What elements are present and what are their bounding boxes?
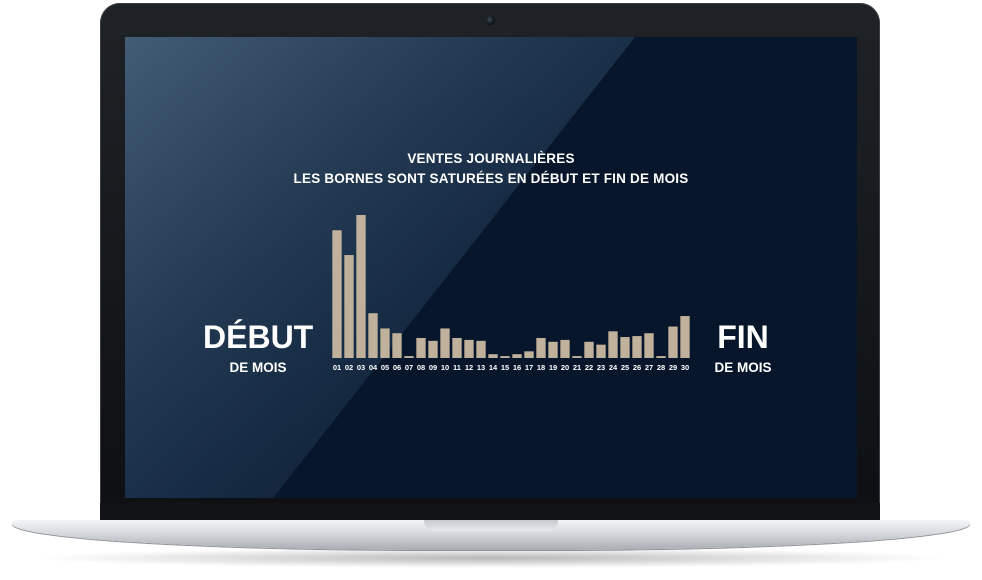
bar-day-21 [572,356,582,358]
bar-day-06 [392,333,402,358]
tick-label-day-02: 02 [345,363,353,372]
bar-day-18 [536,337,546,358]
bar-day-04 [368,313,378,358]
bar-day-10 [440,328,450,358]
tick-label-day-27: 27 [645,363,653,372]
tick-label-day-29: 29 [669,363,677,372]
tick-label-day-12: 12 [465,363,473,372]
tick-label-day-13: 13 [477,363,485,372]
bar-day-09 [428,340,438,358]
tick-label-day-08: 08 [417,363,425,372]
tick-label-day-19: 19 [549,363,557,372]
tick-label-day-05: 05 [381,363,389,372]
tick-label-day-26: 26 [633,363,641,372]
tick-label-day-04: 04 [369,363,378,372]
bar-day-01 [332,230,342,358]
tick-label-day-20: 20 [561,363,569,372]
bar-day-12 [464,339,474,358]
bar-day-15 [500,356,510,358]
bar-day-07 [404,356,414,358]
bar-day-05 [380,328,390,358]
tick-label-day-03: 03 [357,363,365,372]
bar-day-22 [584,341,594,358]
tick-label-day-30: 30 [681,363,689,372]
tick-label-day-22: 22 [585,363,593,372]
bar-day-19 [548,341,558,358]
chart-title-line1: VENTES JOURNALIÈRES [407,151,575,166]
tick-label-day-18: 18 [537,363,545,372]
tick-label-day-25: 25 [621,363,629,372]
tick-label-day-09: 09 [429,363,437,372]
laptop-mockup: VENTES JOURNALIÈRES LES BORNES SONT SATU… [0,0,982,580]
bar-day-24 [608,331,618,358]
tick-label-day-21: 21 [573,363,581,372]
bar-day-29 [668,326,678,358]
bar-day-02 [344,255,354,358]
tick-label-day-28: 28 [657,363,665,372]
label-fin-sub: DE MOIS [714,360,772,375]
chart-title-line2: LES BORNES SONT SATURÉES EN DÉBUT ET FIN… [293,171,689,186]
bar-day-16 [512,354,522,358]
tick-label-day-17: 17 [525,363,533,372]
bar-day-08 [416,337,426,358]
bar-day-25 [620,337,630,358]
bar-day-27 [644,333,654,358]
tick-label-day-11: 11 [453,363,461,372]
label-debut-sub: DE MOIS [229,360,287,375]
bar-day-28 [656,356,666,358]
laptop-opening-notch [424,520,558,531]
laptop-bezel: VENTES JOURNALIÈRES LES BORNES SONT SATU… [100,3,880,520]
bar-day-17 [524,351,534,358]
label-debut: DÉBUT [203,319,314,355]
bar-day-03 [356,215,366,358]
bar-day-14 [488,354,498,358]
laptop-chin [100,503,880,520]
camera-icon [486,16,495,25]
laptop-shadow [30,548,952,568]
tick-label-day-15: 15 [501,363,509,372]
chart-title: VENTES JOURNALIÈRES LES BORNES SONT SATU… [125,149,857,189]
tick-label-day-10: 10 [441,363,449,372]
laptop-screen: VENTES JOURNALIÈRES LES BORNES SONT SATU… [125,37,857,498]
bar-day-13 [476,340,486,358]
tick-label-day-01: 01 [333,363,341,372]
bar-day-23 [596,344,606,358]
tick-label-day-23: 23 [597,363,605,372]
daily-sales-chart: 01 02 03 04 05 06 07 08 09 10 11 12 13 14 15 16 17 18 19 20… [332,215,690,372]
bar-day-26 [632,336,642,358]
tick-label-day-24: 24 [609,363,618,372]
tick-label-day-06: 06 [393,363,401,372]
tick-label-day-14: 14 [489,363,498,372]
label-fin: FIN [717,319,769,355]
bar-day-20 [560,339,570,358]
bar-day-30 [680,316,690,358]
tick-label-day-16: 16 [513,363,521,372]
bar-day-11 [452,337,462,358]
tick-label-day-07: 07 [405,363,413,372]
